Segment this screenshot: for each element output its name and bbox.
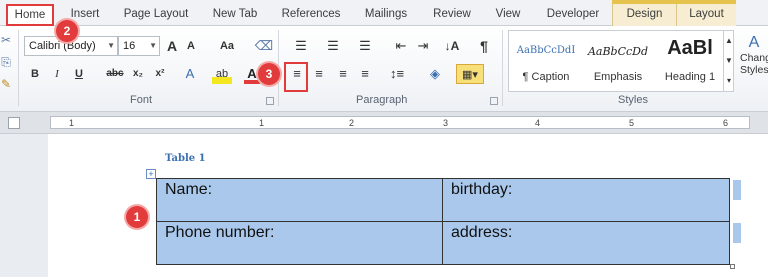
table: Name: birthday: Phone number: address: (156, 178, 730, 265)
style-caption[interactable]: AaBbCcDdI ¶ Caption (511, 35, 581, 89)
ruler-track[interactable]: 1 1 2 3 4 5 6 (50, 116, 750, 129)
paragraph-group-label: Paragraph (356, 94, 408, 106)
callout-3: 3 (258, 63, 280, 85)
group-separator (18, 30, 19, 106)
tab-mailings[interactable]: Mailings (356, 4, 416, 26)
style-sample: AaBbCcDd (587, 45, 649, 58)
sort-icon[interactable]: ↓A (442, 36, 462, 56)
group-separator (502, 30, 503, 106)
change-case-label: Aa (219, 40, 235, 52)
paragraph-dialog-launcher[interactable] (490, 97, 498, 105)
align-left-highlight (284, 62, 308, 92)
table-resize-handle[interactable] (730, 264, 735, 269)
ruler-number: 1 (69, 118, 75, 128)
change-case-button[interactable]: Aa (214, 36, 240, 56)
home-tab-highlight (6, 4, 54, 26)
styles-group-label: Styles (618, 94, 648, 106)
tab-selector[interactable] (8, 117, 20, 129)
subscript-button[interactable]: x₂ (130, 64, 146, 84)
table-cell[interactable]: Phone number: (156, 221, 443, 265)
superscript-button[interactable]: x² (152, 64, 168, 84)
bullets-icon[interactable]: ☰ (288, 36, 314, 56)
table-cell[interactable]: address: (442, 221, 730, 265)
align-right-icon[interactable]: ≡ (334, 64, 352, 84)
ribbon-tab-bar: Home Insert Page Layout New Tab Referenc… (0, 0, 768, 26)
font-family-value: Calibri (Body) (29, 40, 96, 52)
font-dialog-launcher[interactable] (266, 97, 274, 105)
format-painter-icon[interactable]: ✎ (0, 74, 12, 94)
grow-font-button[interactable]: A (164, 36, 180, 56)
table-cell[interactable]: birthday: (442, 178, 730, 222)
ruler-number: 4 (535, 118, 541, 128)
table-cell[interactable]: Name: (156, 178, 443, 222)
strikethrough-button[interactable]: abc (104, 64, 126, 84)
bold-button[interactable]: B (28, 64, 42, 84)
change-styles-icon: A (748, 34, 760, 51)
style-sample: AaBbCcDdI (516, 45, 576, 56)
font-size-value: 16 (123, 40, 136, 52)
chevron-down-icon: ▼ (149, 41, 157, 50)
tab-design[interactable]: Design (612, 4, 676, 26)
underline-button[interactable]: U (72, 64, 86, 84)
horizontal-ruler: 1 1 2 3 4 5 6 (0, 112, 768, 134)
shrink-font-button[interactable]: A (184, 36, 198, 56)
change-styles-label: Change Styles (740, 52, 768, 76)
table-row: Phone number: address: (156, 221, 730, 265)
ruler-number: 6 (723, 118, 729, 128)
borders-icon[interactable]: ▦▾ (456, 64, 484, 84)
ribbon: ✂ ⎘ ✎ Calibri (Body) ▼ 16 ▼ A A Aa ⌫ B I… (0, 26, 768, 112)
italic-button[interactable]: I (50, 64, 64, 84)
multilevel-list-icon[interactable]: ☰ (352, 36, 378, 56)
style-name: ¶ Caption (522, 71, 570, 83)
align-center-icon[interactable]: ≡ (310, 64, 328, 84)
tab-layout[interactable]: Layout (676, 4, 736, 26)
style-sample: AaBl (667, 37, 713, 59)
style-name: Heading 1 (664, 71, 716, 83)
line-spacing-icon[interactable]: ↕≡ (386, 64, 408, 84)
chevron-down-icon: ▼ (107, 41, 115, 50)
highlight-color-icon[interactable]: ab (212, 64, 232, 84)
ruler-number: 1 (259, 118, 265, 128)
callout-1: 1 (126, 206, 148, 228)
shrink-font-label: A (187, 40, 195, 52)
style-heading-1[interactable]: AaBl Heading 1 (655, 35, 725, 89)
increase-indent-icon[interactable]: ⇥ (414, 36, 432, 56)
shading-icon[interactable]: ◈ (424, 64, 446, 84)
font-size-combo[interactable]: 16 ▼ (118, 36, 160, 56)
justify-icon[interactable]: ≡ (356, 64, 374, 84)
end-of-row-mark (733, 180, 741, 200)
ruler-number: 2 (349, 118, 355, 128)
font-group-label: Font (130, 94, 153, 106)
tab-page-layout[interactable]: Page Layout (118, 4, 194, 26)
change-styles-button[interactable]: A Change Styles (740, 34, 768, 94)
show-marks-button[interactable]: ¶ (476, 36, 492, 56)
table-move-handle-icon[interactable]: + (146, 169, 156, 179)
tab-view[interactable]: View (488, 4, 528, 26)
tab-new-tab[interactable]: New Tab (204, 4, 266, 26)
copy-icon[interactable]: ⎘ (0, 52, 12, 72)
style-name: Emphasis (593, 71, 643, 83)
end-of-row-mark (733, 223, 741, 243)
decrease-indent-icon[interactable]: ⇤ (392, 36, 410, 56)
table-caption: Table 1 (165, 153, 206, 164)
ruler-number: 5 (629, 118, 635, 128)
cut-icon[interactable]: ✂ (0, 30, 12, 50)
gallery-scroll[interactable]: ▲ ▼ ▾ (723, 31, 734, 91)
text-effects-icon[interactable]: A (182, 64, 198, 84)
grow-font-label: A (166, 38, 178, 54)
tab-review[interactable]: Review (426, 4, 478, 26)
ruler-number: 3 (443, 118, 449, 128)
tab-developer[interactable]: Developer (538, 4, 608, 26)
tab-references[interactable]: References (276, 4, 346, 26)
styles-gallery: AaBbCcDdI ¶ Caption AaBbCcDd Emphasis Aa… (508, 30, 734, 92)
table-row: Name: birthday: (156, 178, 730, 222)
style-emphasis[interactable]: AaBbCcDd Emphasis (583, 35, 653, 89)
callout-2: 2 (56, 20, 78, 42)
numbering-icon[interactable]: ☰ (320, 36, 346, 56)
clear-formatting-icon[interactable]: ⌫ (254, 36, 274, 56)
